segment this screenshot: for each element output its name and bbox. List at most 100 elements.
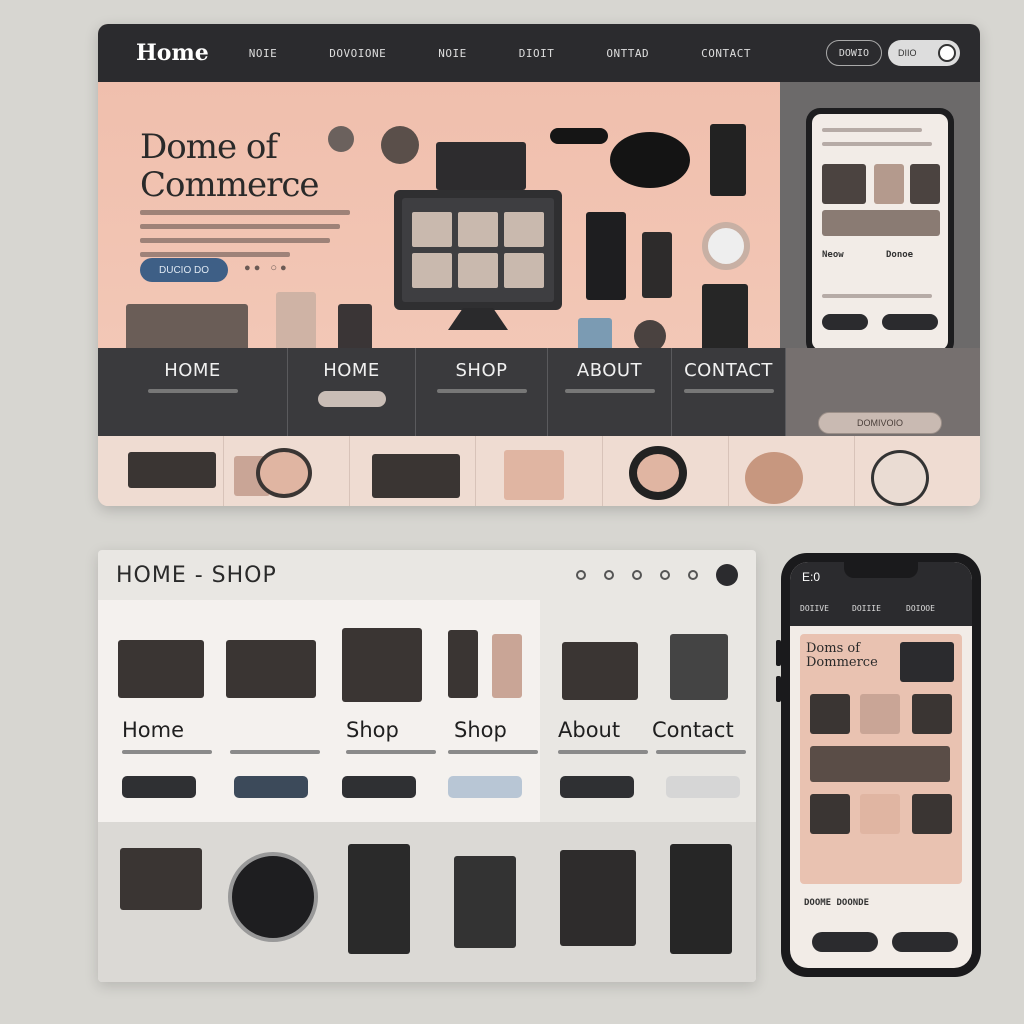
brand-logo[interactable]: Home (136, 40, 209, 66)
radio-product-icon (562, 642, 638, 700)
card-home[interactable]: Home (118, 600, 218, 822)
card-about[interactable]: About (558, 600, 648, 822)
phone-footer-labels: DOOME DOONDE (804, 898, 870, 908)
phone-title-line1: Doms of (806, 641, 861, 656)
nav-link-3[interactable]: NOIE (438, 47, 467, 60)
phone-title-line2: Dommerce (806, 655, 878, 670)
circle-icon[interactable] (688, 570, 698, 580)
tote-bag-product-icon[interactable] (560, 850, 636, 946)
nav-link-5[interactable]: ONTTAD (606, 47, 649, 60)
monitor-stand (448, 308, 508, 330)
card-button[interactable] (342, 776, 416, 798)
status-time: E:0 (802, 570, 821, 584)
phone-product (710, 124, 746, 196)
card-button[interactable] (448, 776, 522, 798)
toggle-label: DIIO (898, 48, 917, 58)
coin-product-icon (328, 126, 354, 152)
phone-notch (844, 562, 918, 578)
hero-icon-row: ● ● ○ ● (244, 262, 287, 274)
nav-link-2[interactable]: DOVOIONE (329, 47, 386, 60)
phone-tab-1[interactable]: DOIIVE (800, 604, 829, 613)
bottom-header: HOME - SHOP (98, 550, 756, 600)
card-label: About (558, 718, 621, 742)
card-button[interactable] (122, 776, 196, 798)
case-product-icon (492, 634, 522, 698)
phone-product-icon[interactable] (348, 844, 410, 954)
hero-title: Dome of Commerce (140, 127, 320, 205)
side-pill-button[interactable]: DOMIVOIO (818, 412, 942, 434)
theme-toggle[interactable]: DIIO (888, 40, 960, 66)
featured-products-row (98, 436, 980, 506)
card-button[interactable] (666, 776, 740, 798)
card-shop-1[interactable]: Shop (342, 600, 442, 822)
product-slot-fan[interactable] (729, 436, 855, 506)
phone-hero-banner (800, 634, 962, 884)
product-slot-bags[interactable] (350, 436, 477, 506)
hero-title-line1: Dome of (140, 127, 278, 167)
radio-product-icon[interactable] (120, 848, 202, 910)
nav-link-4[interactable]: DIOIT (519, 47, 555, 60)
category-contact[interactable]: CONTACT (672, 348, 786, 436)
category-label: HOME (164, 360, 221, 381)
hero-title-line2: Commerce (140, 165, 320, 205)
phone-title: Doms of Dommerce (806, 642, 878, 670)
phone-mockup-bottom: E:0 DOIIVE DOIIIE DOIOOE Doms of Dommerc… (781, 553, 981, 977)
category-about[interactable]: ABOUT (548, 348, 672, 436)
product-slot-typewriter[interactable] (98, 436, 270, 506)
globe-product-icon (381, 126, 419, 164)
phone-product-icon[interactable] (670, 844, 732, 954)
header-icons (576, 564, 738, 586)
category-label: ABOUT (576, 360, 643, 381)
product-slot-fan-2[interactable] (855, 436, 980, 506)
category-label: SHOP (455, 360, 508, 381)
phone-button-2[interactable] (882, 314, 938, 330)
phone-button-1[interactable] (822, 314, 868, 330)
card-label: Shop (346, 718, 399, 742)
phone-label-right: Donoe (886, 250, 914, 260)
phone-status-bar: E:0 DOIIVE DOIIIE DOIOOE (790, 562, 972, 626)
product-category-grid: Home Shop Shop About Contact (98, 600, 756, 822)
circle-icon[interactable] (660, 570, 670, 580)
hero-banner: Dome of Commerce DUCIO DO ● ● ○ ● (98, 82, 780, 372)
category-home-2[interactable]: HOME (288, 348, 416, 436)
watch-product-icon[interactable] (228, 852, 318, 942)
category-label: HOME (323, 360, 380, 381)
phone-tab-2[interactable]: DOIIIE (852, 604, 881, 613)
dot-icon: ● ● (244, 262, 261, 274)
category-label: CONTACT (684, 360, 773, 381)
monitor-screen (402, 198, 554, 302)
nav-right-controls: DOWIO DIIO (825, 40, 960, 66)
phone-screen-bottom: E:0 DOIIVE DOIIIE DOIOOE Doms of Dommerc… (790, 562, 972, 968)
jacket-product-icon (342, 628, 422, 702)
search-pill-button[interactable]: DOWIO (825, 40, 882, 66)
card-contact[interactable]: Contact (652, 600, 752, 822)
product-slot-camera[interactable] (224, 436, 351, 506)
circle-icon[interactable] (632, 570, 642, 580)
circle-icon[interactable] (576, 570, 586, 580)
camera-product-icon[interactable] (454, 856, 516, 948)
nav-link-contact[interactable]: CONTACT (701, 47, 751, 60)
top-navbar: Home NOIE DOVOIONE NOIE DIOIT ONTTAD CON… (98, 24, 980, 82)
phone-tab-3[interactable]: DOIOOE (906, 604, 935, 613)
phone-button-left[interactable] (812, 932, 878, 952)
card-shop-2[interactable]: Shop (448, 600, 538, 822)
card-label: Shop (454, 718, 507, 742)
card-bag[interactable] (226, 600, 326, 822)
card-button[interactable] (560, 776, 634, 798)
phone-screen-top: Neow Donoe (812, 114, 948, 350)
product-slot-speaker[interactable] (603, 436, 729, 506)
hero-cta-button[interactable]: DUCIO DO (140, 258, 228, 282)
product-slot-boxes[interactable] (476, 436, 603, 506)
phone-product-icon (448, 630, 478, 698)
menu-dot-icon[interactable] (716, 564, 738, 586)
phone-button-right[interactable] (892, 932, 958, 952)
nav-link-1[interactable]: NOIE (249, 47, 278, 60)
tote-bag-product (436, 142, 526, 190)
category-home-1[interactable]: HOME (98, 348, 288, 436)
circle-icon[interactable] (604, 570, 614, 580)
smartphone-product (586, 212, 626, 300)
page-title: HOME - SHOP (116, 562, 277, 588)
card-label: Home (122, 718, 185, 742)
card-button[interactable] (234, 776, 308, 798)
category-shop[interactable]: SHOP (416, 348, 548, 436)
